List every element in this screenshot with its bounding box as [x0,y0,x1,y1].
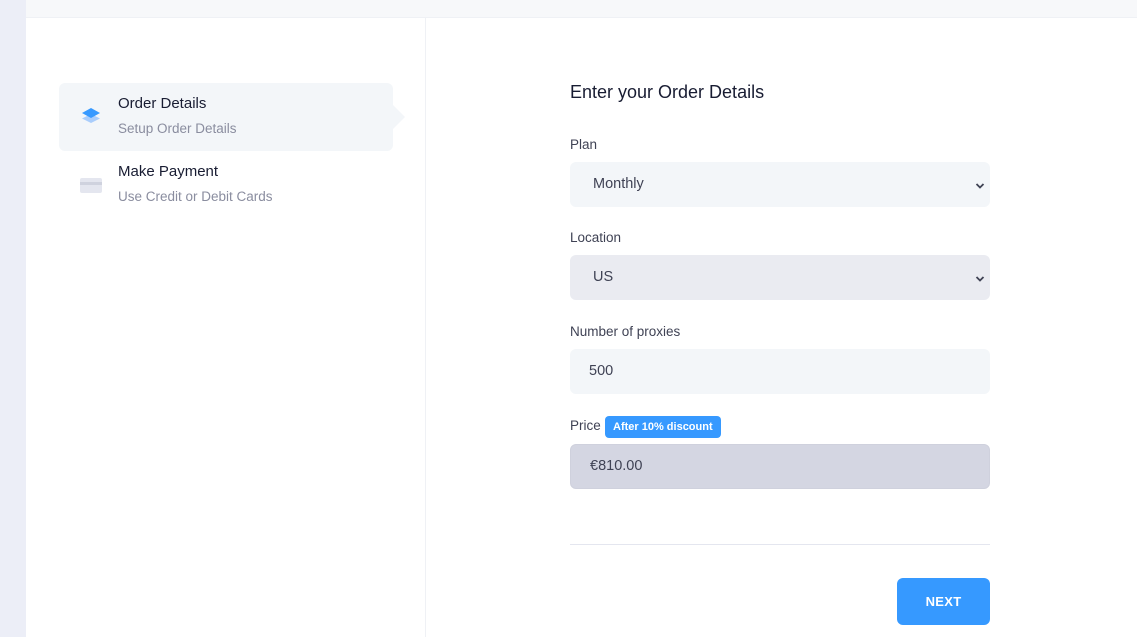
step-make-payment[interactable]: Make Payment Use Credit or Debit Cards [59,151,393,219]
price-field: €810.00 [570,444,990,489]
price-label: Price [570,418,601,433]
location-value: US [593,269,614,285]
plan-select[interactable]: Monthly [570,162,990,207]
chevron-down-icon [975,272,985,282]
stepper-nav: Order Details Setup Order Details Make P… [26,18,426,637]
plan-value: Monthly [593,176,644,192]
location-label: Location [570,230,622,245]
discount-badge: After 10% discount [605,416,721,438]
step-description: Setup Order Details [118,121,237,136]
wizard-card: Order Details Setup Order Details Make P… [26,18,1137,637]
proxies-label: Number of proxies [570,324,681,339]
left-rail [0,0,26,637]
layers-icon [79,105,103,129]
step-description: Use Credit or Debit Cards [118,189,273,204]
top-strip [26,0,1137,18]
price-value: €810.00 [590,458,643,474]
order-form: Enter your Order Details Plan Monthly Lo… [570,18,990,637]
plan-label: Plan [570,137,598,152]
proxies-value: 500 [589,363,614,379]
step-order-details[interactable]: Order Details Setup Order Details [59,83,405,151]
next-button[interactable]: NEXT [897,578,990,625]
location-select[interactable]: US [570,255,990,300]
form-title: Enter your Order Details [570,82,765,102]
divider [570,544,990,545]
step-title: Make Payment [118,163,219,180]
step-title: Order Details [118,95,207,112]
chevron-down-icon [975,179,985,189]
proxies-input[interactable]: 500 [570,349,990,394]
credit-card-icon [79,173,103,197]
